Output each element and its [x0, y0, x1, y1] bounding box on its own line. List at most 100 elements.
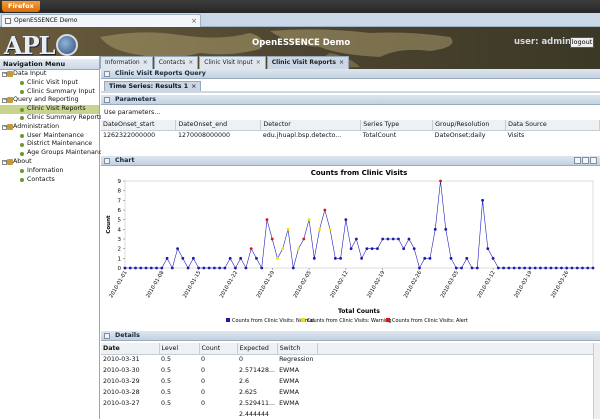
collapse-icon[interactable] — [104, 71, 110, 77]
table-row[interactable]: 2010-03-31 0.5 0 0 Regression — [101, 354, 595, 365]
time-series-chart: Counts from Clinic Visits 0 1 2 3 4 5 6 7 8 9 Count… — [106, 169, 595, 324]
data-point — [449, 256, 453, 260]
details-cell: 2010-03-29 — [103, 378, 140, 385]
details-cell: 2010-03-28 — [103, 389, 140, 396]
tab-time-series-results[interactable]: Time Series: Results 1 × — [104, 81, 202, 91]
close-icon[interactable]: × — [256, 59, 261, 66]
nav-item[interactable]: District Maintenance — [0, 140, 99, 149]
details-cell: 2010-03-31 — [103, 356, 140, 364]
user-prefix: user: — [514, 37, 539, 47]
leaf-icon — [20, 169, 24, 174]
expand-icon[interactable] — [590, 157, 597, 164]
nav-group[interactable]: − Query and Reporting — [0, 96, 99, 105]
collapse-icon[interactable] — [104, 97, 110, 103]
close-icon[interactable]: × — [191, 15, 197, 27]
param-column-header[interactable]: DateOnset_start — [101, 120, 177, 131]
table-row[interactable]: 2010-03-30 0.5 0 2.571428... EWMA — [101, 365, 595, 376]
leaf-icon — [20, 116, 24, 121]
tab-label: Contacts — [158, 59, 186, 66]
table-row[interactable]: 2010-03-28 0.5 0 2.625 EWMA — [101, 387, 595, 398]
details-panel-header[interactable]: Details — [101, 331, 600, 341]
param-cell: 1270008000000 — [177, 131, 231, 139]
data-point — [376, 247, 379, 251]
data-point — [365, 247, 369, 251]
parameters-header[interactable]: Parameters — [101, 95, 600, 105]
nav-item-label: User Maintenance — [27, 131, 84, 139]
table-row[interactable]: 2010-03-29 0.5 0 2.6 EWMA — [101, 376, 595, 387]
details-cell: 2.571428... — [239, 367, 276, 374]
table-row[interactable]: 2010-03-27 0.5 0 2.529411... EWMA — [101, 398, 595, 409]
close-icon[interactable]: × — [339, 59, 344, 66]
data-point — [149, 266, 153, 270]
nav-item[interactable]: Information — [0, 167, 99, 176]
details-column-header[interactable]: Level — [159, 343, 200, 355]
data-point — [323, 208, 327, 212]
collapse-icon[interactable] — [104, 333, 110, 339]
tab-clinic-visit-reports[interactable]: Clinic Visit Reports × — [266, 56, 349, 69]
details-column-header[interactable]: Expected — [237, 343, 278, 355]
close-icon[interactable]: × — [188, 59, 193, 66]
nav-group[interactable]: − About — [0, 158, 99, 167]
param-column-header[interactable]: Series Type — [360, 120, 434, 131]
param-column-header[interactable]: DateOnset_end — [175, 120, 262, 131]
save-chart-icon[interactable] — [582, 157, 589, 164]
y-tick-label: 8 — [118, 189, 122, 195]
user-label: user: admin — [514, 37, 571, 47]
tab-contacts[interactable]: Contacts × — [153, 56, 199, 69]
chart-panel-header[interactable]: Chart — [101, 156, 600, 166]
close-icon[interactable]: × — [143, 59, 148, 66]
nav-group[interactable]: − Administration — [0, 123, 99, 132]
details-cell: 2.529411... — [239, 400, 276, 407]
data-point — [397, 237, 400, 241]
table-row[interactable]: 2.444444 — [101, 409, 595, 420]
data-point — [528, 266, 532, 270]
query-panel-header[interactable]: Clinic Visit Reports Query — [101, 69, 600, 79]
param-column-header[interactable]: Detector — [260, 120, 362, 131]
nav-group[interactable]: − Data Input — [0, 70, 99, 79]
data-point — [202, 266, 206, 270]
nav-item[interactable]: Clinic Summary Reports — [0, 114, 103, 123]
tab-label: Clinic Visit Input — [204, 59, 253, 66]
edit-chart-icon[interactable] — [574, 157, 581, 164]
param-column-header[interactable]: Data Source — [505, 120, 600, 131]
nav-item[interactable]: Clinic Visit Input — [0, 79, 99, 88]
folder-icon — [7, 123, 13, 130]
details-cell: EWMA — [279, 389, 300, 396]
nav-item-label: About — [13, 157, 32, 165]
nav-item[interactable]: User Maintenance — [0, 132, 99, 141]
nav-item[interactable]: Clinic Summary Input — [0, 88, 99, 97]
firefox-menu-button[interactable]: Firefox — [2, 1, 40, 12]
collapse-icon[interactable] — [104, 158, 110, 164]
data-point — [539, 266, 542, 270]
close-icon[interactable]: × — [191, 83, 196, 90]
data-point — [270, 237, 274, 241]
tab-information[interactable]: Information × — [100, 56, 153, 69]
details-scrollbar[interactable] — [593, 343, 600, 419]
details-cell: EWMA — [279, 378, 300, 385]
y-tick-label: 7 — [118, 198, 122, 204]
nav-item[interactable]: Contacts — [0, 176, 99, 185]
browser-tab[interactable]: OpenESSENCE Demo × — [1, 14, 201, 27]
data-point — [523, 266, 527, 270]
leaf-icon — [20, 107, 24, 112]
param-cell: DateOnset;daily — [434, 131, 486, 139]
nav-item-label: Clinic Summary Input — [27, 87, 95, 95]
logout-button[interactable]: logout — [570, 37, 594, 48]
details-cell: 2010-03-27 — [103, 400, 140, 407]
details-column-header[interactable]: Count — [199, 343, 238, 355]
details-column-header[interactable]: Switch — [277, 343, 318, 355]
nav-item[interactable]: Clinic Visit Reports — [0, 105, 99, 114]
nav-item[interactable]: Age Groups Maintenance — [0, 149, 106, 158]
param-column-header[interactable]: Group/Resolution — [432, 120, 507, 131]
app-title: OpenESSENCE Demo — [252, 38, 351, 48]
data-point — [165, 256, 169, 260]
data-point — [128, 266, 132, 270]
data-point — [560, 266, 563, 270]
x-tick-label: 2010-01-29 — [256, 270, 276, 299]
data-point — [281, 247, 285, 251]
params-text: Use parameters... — [104, 109, 161, 116]
nav-item-label: Clinic Summary Reports — [27, 113, 103, 121]
legend-swatch — [301, 318, 305, 322]
details-column-header[interactable]: Date — [101, 343, 160, 355]
tab-clinic-visit-input[interactable]: Clinic Visit Input × — [199, 56, 266, 69]
